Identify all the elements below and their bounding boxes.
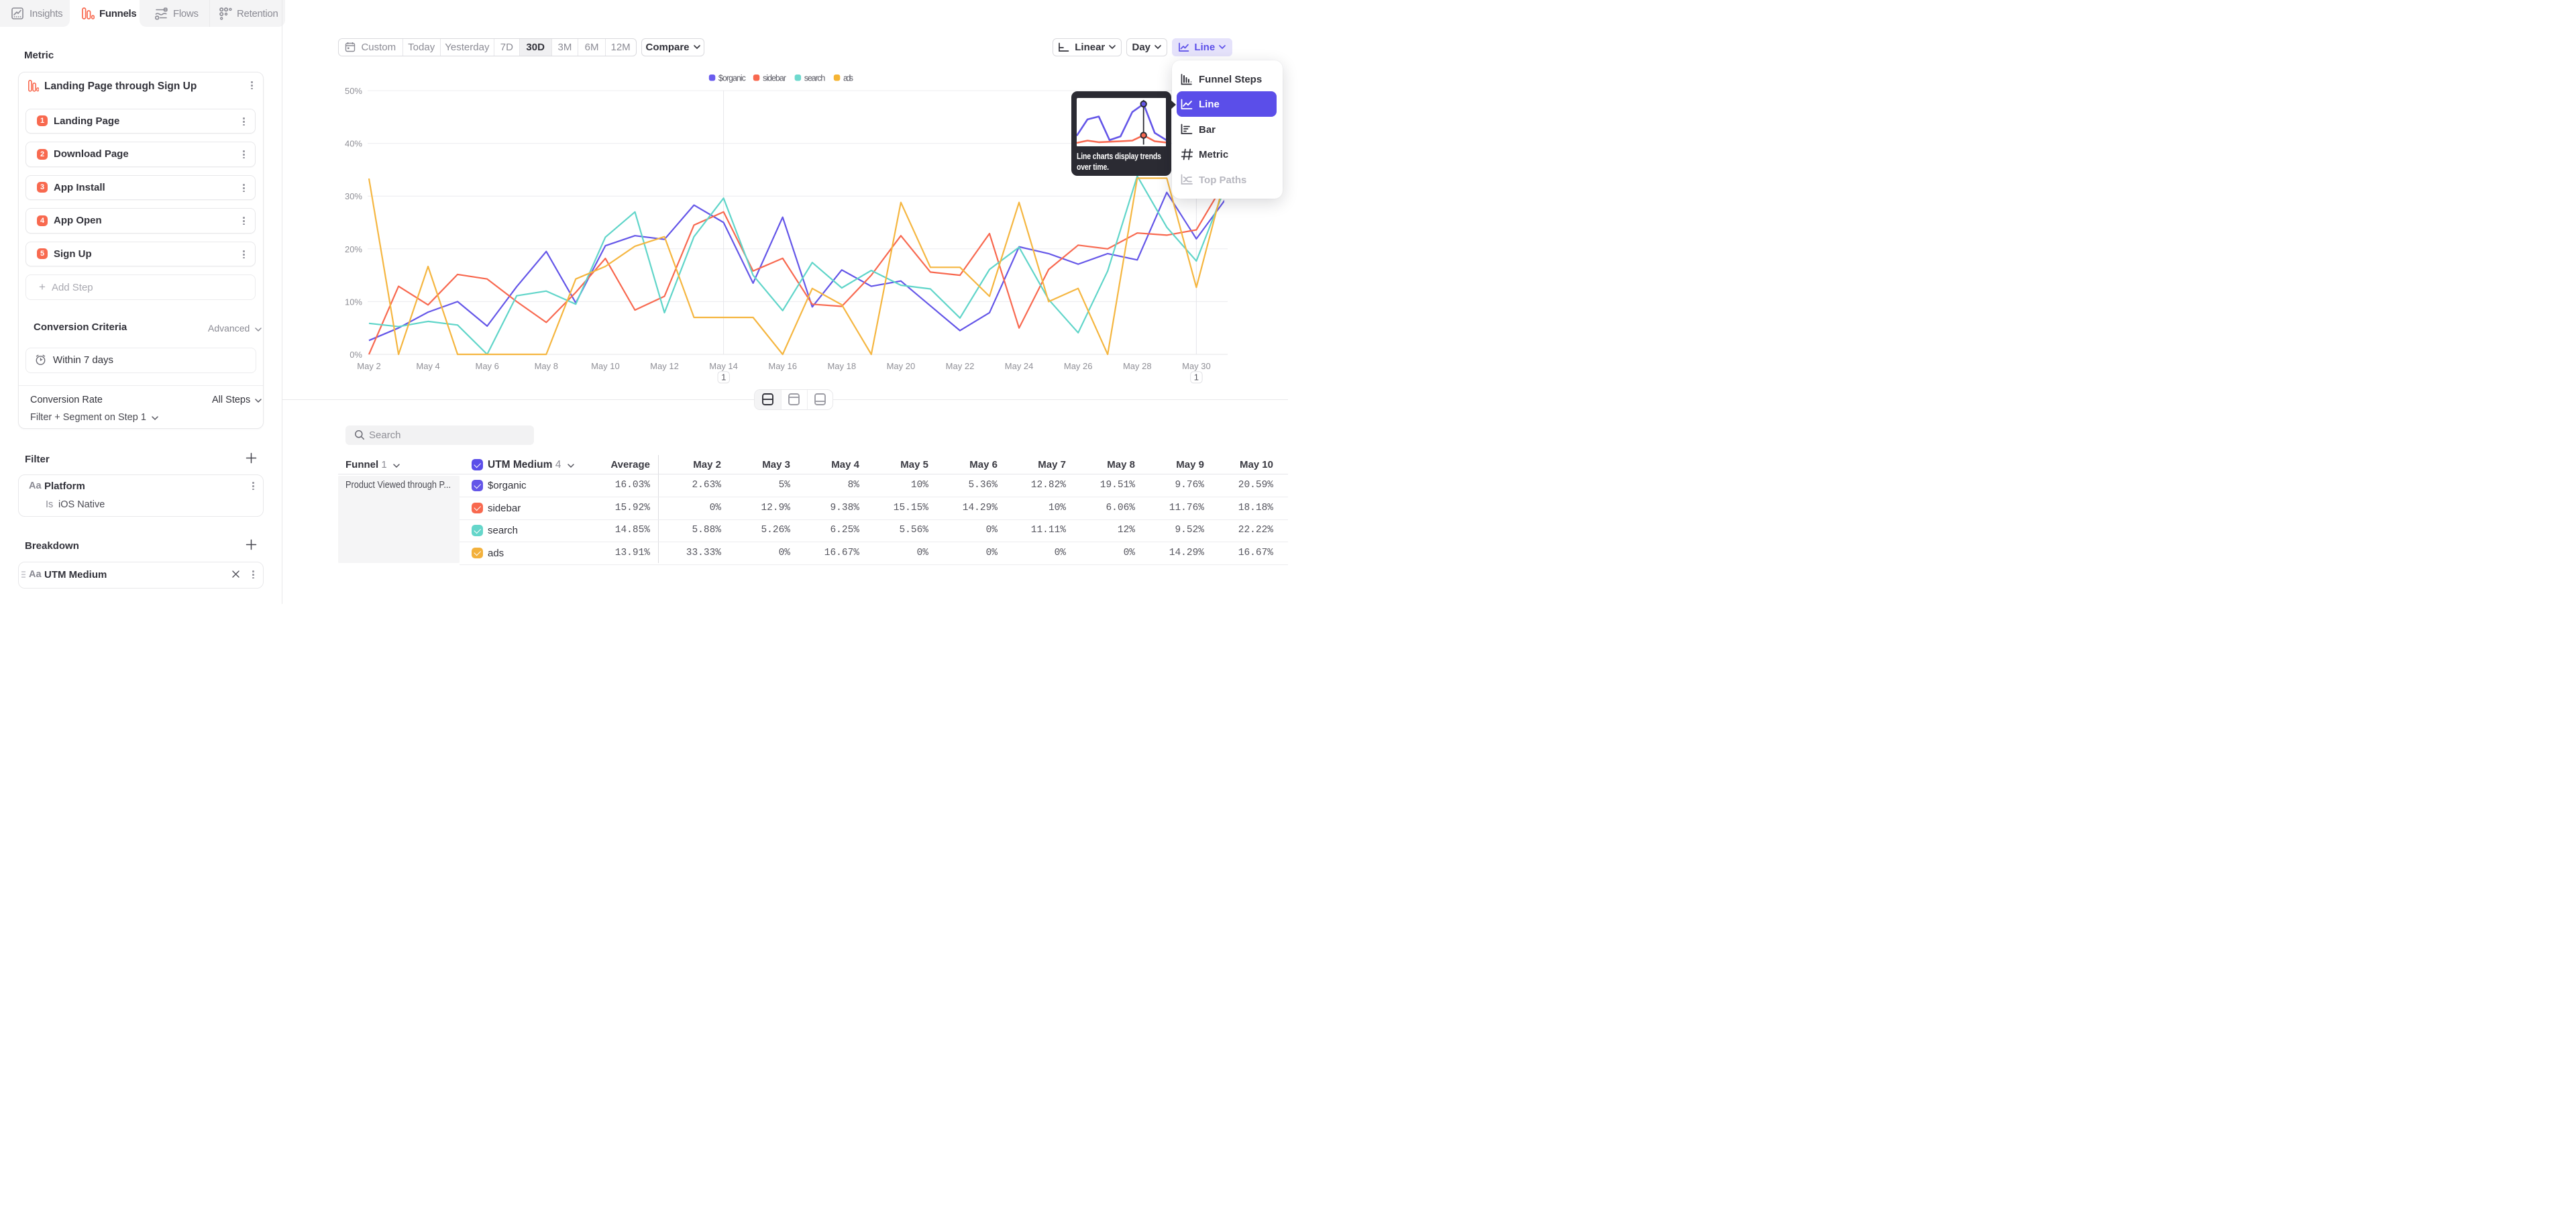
svg-text:1: 1: [721, 372, 726, 383]
svg-text:May 24: May 24: [1005, 361, 1034, 371]
svg-text:May 28: May 28: [1123, 361, 1152, 371]
svg-text:May 18: May 18: [827, 361, 856, 371]
svg-text:May 30: May 30: [1182, 361, 1211, 371]
svg-text:May 10: May 10: [591, 361, 620, 371]
svg-text:May 4: May 4: [416, 361, 439, 371]
svg-text:40%: 40%: [345, 139, 362, 149]
svg-text:May 16: May 16: [768, 361, 797, 371]
svg-text:30%: 30%: [345, 191, 362, 201]
svg-text:10%: 10%: [345, 297, 362, 307]
svg-text:search: search: [804, 74, 826, 83]
svg-text:May 20: May 20: [887, 361, 916, 371]
svg-text:May 6: May 6: [475, 361, 498, 371]
svg-text:ads: ads: [843, 74, 853, 83]
svg-text:1: 1: [1194, 372, 1199, 383]
svg-text:May 26: May 26: [1064, 361, 1093, 371]
svg-text:20%: 20%: [345, 244, 362, 254]
svg-text:May 8: May 8: [535, 361, 558, 371]
svg-text:50%: 50%: [345, 86, 362, 96]
svg-text:May 12: May 12: [650, 361, 679, 371]
svg-text:0%: 0%: [350, 350, 362, 360]
svg-text:$organic: $organic: [718, 74, 746, 83]
svg-text:May 14: May 14: [709, 361, 738, 371]
svg-text:May 2: May 2: [357, 361, 380, 371]
svg-text:sidebar: sidebar: [763, 74, 786, 83]
svg-text:May 22: May 22: [946, 361, 975, 371]
